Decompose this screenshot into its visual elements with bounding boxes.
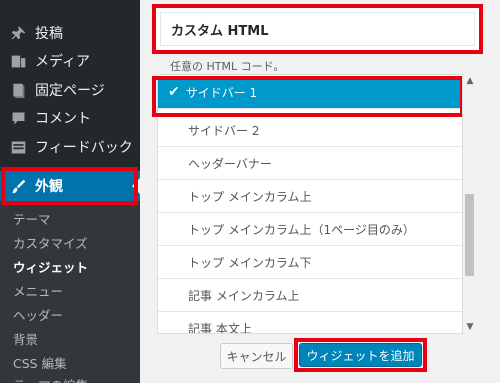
list-item-label: トップ メインカラム上（1ページ目のみ） bbox=[188, 222, 415, 237]
page-icon bbox=[9, 81, 27, 99]
widget-title[interactable]: カスタム HTML bbox=[160, 12, 475, 46]
submenu-item-widgets[interactable]: ウィジェット bbox=[13, 257, 88, 276]
menu-label: フィードバック bbox=[35, 140, 133, 156]
list-scrollbar[interactable]: ▲ ▼ bbox=[462, 74, 476, 334]
submenu-item-customize[interactable]: カスタマイズ bbox=[13, 233, 88, 252]
media-icon bbox=[9, 52, 27, 70]
list-item-label: トップ メインカラム下 bbox=[188, 255, 312, 270]
submenu-item-menus[interactable]: メニュー bbox=[13, 281, 63, 300]
submenu-item-background[interactable]: 背景 bbox=[13, 329, 38, 348]
list-item-header-banner[interactable]: ヘッダーバナー bbox=[158, 147, 464, 180]
menu-item-pages[interactable]: 固定ページ bbox=[0, 76, 140, 104]
list-item-article-body-above[interactable]: 記事 本文上 bbox=[158, 312, 464, 334]
list-item-top-main-above-first[interactable]: トップ メインカラム上（1ページ目のみ） bbox=[158, 213, 464, 246]
appearance-submenu: テーマ カスタマイズ ウィジェット メニュー ヘッダー 背景 CSS 編集 テー… bbox=[0, 202, 140, 383]
widget-description: 任意の HTML コード。 bbox=[170, 60, 285, 73]
list-item-article-main-above[interactable]: 記事 メインカラム上 bbox=[158, 279, 464, 312]
list-item-label: サイドバー 2 bbox=[188, 123, 260, 138]
menu-label: メディア bbox=[35, 54, 91, 70]
highlight-selected-sidebar bbox=[152, 76, 464, 117]
menu-item-feedback[interactable]: フィードバック bbox=[0, 133, 140, 161]
highlight-widget-title: カスタム HTML bbox=[152, 4, 483, 54]
scroll-thumb[interactable] bbox=[465, 194, 474, 276]
list-item-label: ヘッダーバナー bbox=[188, 156, 272, 171]
submenu-item-theme-editor[interactable]: テーマの編集 bbox=[13, 375, 88, 383]
add-widget-button[interactable]: ウィジェットを追加 bbox=[299, 343, 422, 367]
submenu-item-themes[interactable]: テーマ bbox=[13, 209, 51, 228]
submenu-item-css[interactable]: CSS 編集 bbox=[13, 353, 67, 372]
menu-item-posts[interactable]: 投稿 bbox=[0, 19, 140, 47]
menu-label: 固定ページ bbox=[35, 83, 105, 99]
menu-label: 投稿 bbox=[35, 26, 63, 42]
list-item-label: 記事 本文上 bbox=[188, 321, 252, 334]
scroll-up-arrow-icon[interactable]: ▲ bbox=[463, 74, 477, 88]
list-item-label: 記事 メインカラム上 bbox=[188, 288, 300, 303]
submenu-item-header[interactable]: ヘッダー bbox=[13, 305, 63, 324]
menu-item-media[interactable]: メディア bbox=[0, 47, 140, 75]
list-item-top-main-above[interactable]: トップ メインカラム上 bbox=[158, 180, 464, 213]
cancel-button[interactable]: キャンセル bbox=[220, 343, 293, 369]
highlight-appearance bbox=[1, 167, 138, 205]
feedback-icon bbox=[9, 138, 27, 156]
pin-icon bbox=[9, 24, 27, 42]
menu-label: コメント bbox=[35, 111, 91, 127]
scroll-down-arrow-icon[interactable]: ▼ bbox=[463, 320, 477, 334]
menu-item-comments[interactable]: コメント bbox=[0, 104, 140, 132]
list-item-sidebar-2[interactable]: サイドバー 2 bbox=[158, 114, 464, 147]
list-item-label: トップ メインカラム上 bbox=[188, 189, 312, 204]
comment-icon bbox=[9, 109, 27, 127]
list-item-top-main-below[interactable]: トップ メインカラム下 bbox=[158, 246, 464, 279]
